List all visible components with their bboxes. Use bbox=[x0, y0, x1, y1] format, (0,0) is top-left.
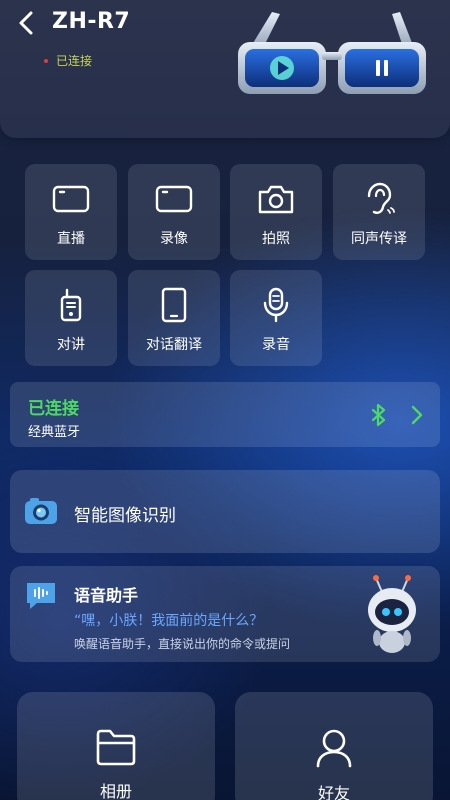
bluetooth-status: 已连接 bbox=[28, 399, 79, 419]
feature-intercom[interactable]: 对讲 bbox=[25, 270, 117, 366]
video-camera-icon bbox=[52, 185, 90, 213]
feature-label: 录音 bbox=[262, 337, 290, 353]
microphone-icon bbox=[263, 287, 289, 323]
status-dot bbox=[44, 58, 48, 63]
connection-status: 已连接 bbox=[44, 52, 92, 69]
device-header: ZH-R7 已连接 bbox=[0, 0, 450, 138]
chevron-right-icon bbox=[411, 405, 423, 425]
feature-label: 拍照 bbox=[262, 231, 290, 247]
folder-icon bbox=[96, 729, 136, 766]
bluetooth-status-bar[interactable]: 已连接 经典蓝牙 bbox=[10, 382, 440, 447]
bluetooth-icon bbox=[371, 403, 386, 427]
camera-app-icon bbox=[25, 498, 57, 524]
feature-record-video[interactable]: 录像 bbox=[128, 164, 220, 260]
feature-label: 同声传译 bbox=[351, 231, 407, 247]
voice-assistant-prompt: “嘿，小朕！我面前的是什么？ bbox=[74, 613, 264, 629]
bluetooth-type: 经典蓝牙 bbox=[28, 425, 81, 440]
connection-status-text: 已连接 bbox=[56, 54, 93, 68]
feature-live[interactable]: 直播 bbox=[25, 164, 117, 260]
feature-audio-record[interactable]: 录音 bbox=[230, 270, 322, 366]
voice-assistant-title: 语音助手 bbox=[74, 586, 139, 605]
robot-mascot-icon bbox=[368, 575, 416, 653]
ear-icon bbox=[367, 182, 395, 214]
album-card[interactable]: 相册 bbox=[17, 692, 215, 800]
feature-label: 对话翻译 bbox=[146, 337, 202, 353]
friends-card[interactable]: 好友 bbox=[235, 692, 433, 800]
feature-photo[interactable]: 拍照 bbox=[230, 164, 322, 260]
walkie-talkie-icon bbox=[60, 288, 82, 322]
smart-glasses-image bbox=[238, 12, 426, 94]
image-recognition-label: 智能图像识别 bbox=[74, 506, 176, 526]
voice-assistant-hint: 唤醒语音助手，直接说出你的命令或提问 bbox=[74, 637, 291, 651]
feature-label: 直播 bbox=[57, 231, 85, 247]
feature-label: 录像 bbox=[160, 231, 188, 247]
feature-label: 对讲 bbox=[57, 337, 85, 353]
back-button[interactable] bbox=[12, 8, 40, 38]
device-name: ZH-R7 bbox=[52, 9, 131, 34]
voice-assistant-card[interactable]: 语音助手 “嘿，小朕！我面前的是什么？ 唤醒语音助手，直接说出你的命令或提问 bbox=[10, 566, 440, 662]
video-record-icon bbox=[155, 185, 193, 213]
back-arrow-icon bbox=[19, 11, 33, 35]
phone-icon bbox=[161, 287, 187, 323]
voice-chat-icon bbox=[27, 583, 55, 609]
user-icon bbox=[316, 729, 352, 768]
image-recognition-card[interactable]: 智能图像识别 bbox=[10, 470, 440, 553]
feature-conversation-translation[interactable]: 对话翻译 bbox=[128, 270, 220, 366]
feature-simultaneous-interpretation[interactable]: 同声传译 bbox=[333, 164, 425, 260]
camera-icon bbox=[258, 185, 294, 214]
friends-label: 好友 bbox=[317, 784, 350, 800]
album-label: 相册 bbox=[99, 782, 132, 800]
